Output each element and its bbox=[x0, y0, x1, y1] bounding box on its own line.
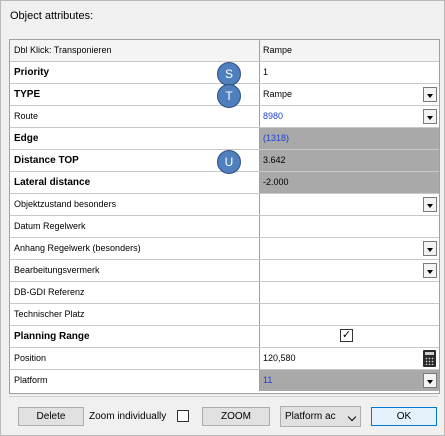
lateral-distance-value: -2.000 bbox=[260, 172, 439, 193]
platform-value[interactable]: 11 bbox=[260, 370, 439, 391]
object-attributes-dialog: Object attributes: Dbl Klick: Transponie… bbox=[0, 0, 445, 436]
zoom-individually-label: Zoom individually bbox=[89, 411, 167, 422]
callout-badge-u: U bbox=[217, 150, 241, 174]
edge-value: (1318) bbox=[260, 128, 439, 149]
anhang-regelwerk-label: Anhang Regelwerk (besonders) bbox=[10, 238, 260, 259]
platform-select-value: Platform ac bbox=[285, 411, 336, 422]
chevron-down-icon[interactable] bbox=[423, 373, 437, 388]
chevron-down-icon[interactable] bbox=[423, 263, 437, 278]
dialog-title: Object attributes: bbox=[10, 10, 94, 22]
row-position[interactable]: Position 120,580 bbox=[10, 348, 439, 370]
header-value-cell: Rampe bbox=[263, 45, 293, 55]
datum-regelwerk-label: Datum Regelwerk bbox=[10, 216, 260, 237]
chevron-down-icon bbox=[347, 412, 357, 422]
delete-button[interactable]: Delete bbox=[18, 407, 84, 426]
ok-button[interactable]: OK bbox=[371, 407, 437, 426]
priority-value[interactable]: 1 bbox=[260, 62, 439, 83]
callout-badge-s: S bbox=[217, 62, 241, 86]
row-datum-regelwerk[interactable]: Datum Regelwerk bbox=[10, 216, 439, 238]
checkmark-icon: ✓ bbox=[341, 329, 352, 341]
objektzustand-label: Objektzustand besonders bbox=[10, 194, 260, 215]
distance-top-value: 3.642 bbox=[260, 150, 439, 171]
calculator-icon[interactable] bbox=[423, 350, 436, 367]
chevron-down-icon[interactable] bbox=[423, 241, 437, 256]
row-planning-range[interactable]: Planning Range ✓ bbox=[10, 326, 439, 348]
row-edge: Edge (1318) bbox=[10, 128, 439, 150]
position-label: Position bbox=[10, 348, 260, 369]
anhang-regelwerk-value[interactable] bbox=[260, 238, 439, 259]
route-value-text: 8980 bbox=[263, 111, 284, 121]
planning-range-label: Planning Range bbox=[10, 326, 260, 347]
platform-value-text: 11 bbox=[263, 375, 273, 385]
bearbeitungsvermerk-label: Bearbeitungsvermerk bbox=[10, 260, 260, 281]
row-platform[interactable]: Platform 11 bbox=[10, 370, 439, 392]
callout-badge-t: T bbox=[217, 84, 241, 108]
row-lateral-distance: Lateral distance -2.000 bbox=[10, 172, 439, 194]
objektzustand-value[interactable] bbox=[260, 194, 439, 215]
route-label: Route bbox=[10, 106, 260, 127]
row-anhang-regelwerk[interactable]: Anhang Regelwerk (besonders) bbox=[10, 238, 439, 260]
edge-label: Edge bbox=[10, 128, 260, 149]
chevron-down-icon[interactable] bbox=[423, 109, 437, 124]
zoom-button[interactable]: ZOOM bbox=[202, 407, 270, 426]
planning-range-checkbox[interactable]: ✓ bbox=[340, 329, 353, 342]
lateral-distance-label: Lateral distance bbox=[10, 172, 260, 193]
row-technischer-platz[interactable]: Technischer Platz bbox=[10, 304, 439, 326]
chevron-down-icon[interactable] bbox=[423, 87, 437, 102]
technischer-platz-label: Technischer Platz bbox=[10, 304, 260, 325]
datum-regelwerk-value[interactable] bbox=[260, 216, 439, 237]
chevron-down-icon[interactable] bbox=[423, 197, 437, 212]
position-value-text: 120,580 bbox=[263, 353, 296, 363]
row-objektzustand[interactable]: Objektzustand besonders bbox=[10, 194, 439, 216]
type-value-text: Rampe bbox=[263, 89, 293, 99]
row-bearbeitungsvermerk[interactable]: Bearbeitungsvermerk bbox=[10, 260, 439, 282]
planning-range-value[interactable]: ✓ bbox=[260, 326, 439, 347]
position-value[interactable]: 120,580 bbox=[260, 348, 439, 369]
db-gdi-referenz-label: DB-GDI Referenz bbox=[10, 282, 260, 303]
platform-label: Platform bbox=[10, 370, 260, 391]
technischer-platz-value[interactable] bbox=[260, 304, 439, 325]
bearbeitungsvermerk-value[interactable] bbox=[260, 260, 439, 281]
db-gdi-referenz-value[interactable] bbox=[260, 282, 439, 303]
row-db-gdi-referenz[interactable]: DB-GDI Referenz bbox=[10, 282, 439, 304]
attributes-grid: Dbl Klick: Transponieren Rampe Priority … bbox=[9, 39, 440, 394]
type-value[interactable]: Rampe bbox=[260, 84, 439, 105]
row-route[interactable]: Route 8980 bbox=[10, 106, 439, 128]
dialog-footer: Delete Zoom individually ZOOM Platform a… bbox=[9, 396, 438, 430]
header-name-cell: Dbl Klick: Transponieren bbox=[10, 40, 260, 61]
grid-header-row: Dbl Klick: Transponieren Rampe bbox=[10, 40, 439, 62]
route-value[interactable]: 8980 bbox=[260, 106, 439, 127]
zoom-individually-checkbox[interactable] bbox=[177, 410, 189, 422]
platform-select[interactable]: Platform ac bbox=[280, 406, 361, 427]
